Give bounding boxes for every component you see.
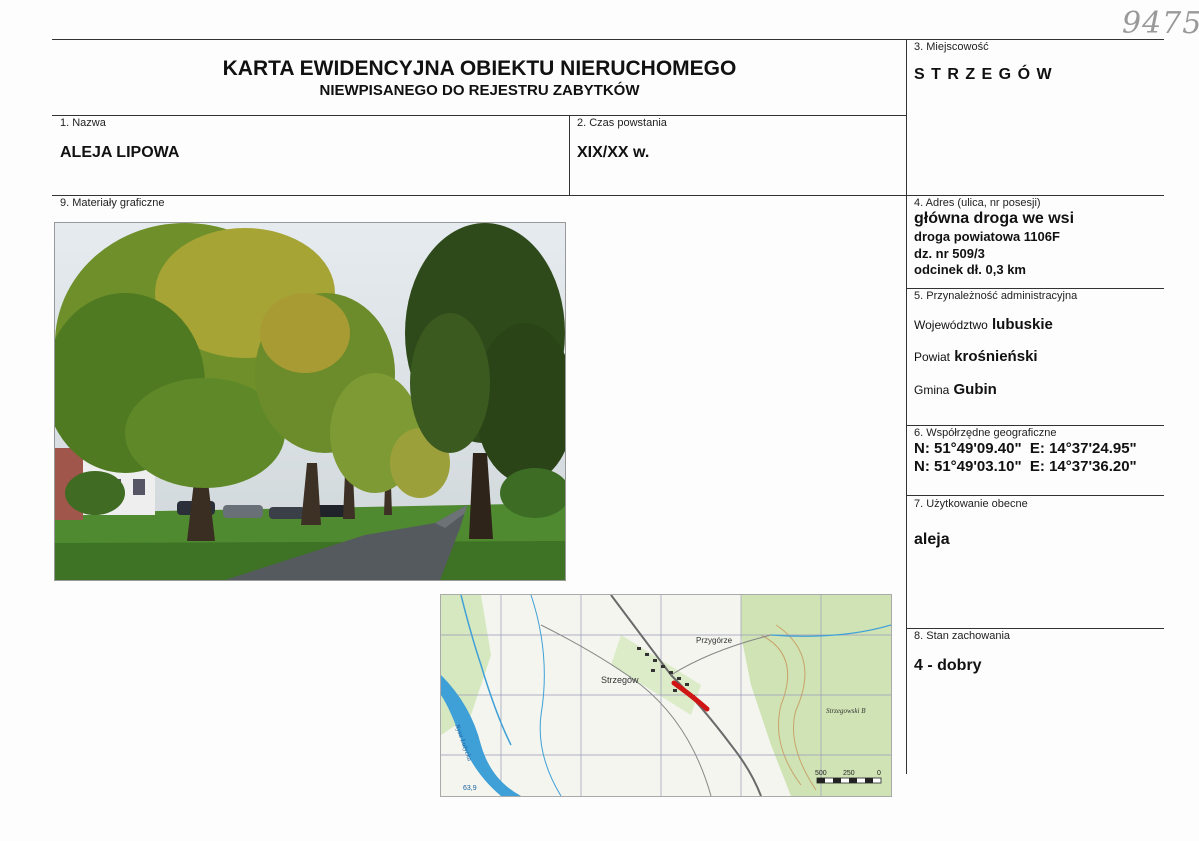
name-label: 1. Nazwa <box>60 117 106 129</box>
rule-top <box>52 39 1164 40</box>
rule-admin-bottom <box>906 425 1164 426</box>
commune-label: Gmina <box>914 383 950 397</box>
county-value: krośnieński <box>954 348 1038 365</box>
locality-label: 3. Miejscowość <box>914 41 989 53</box>
name-value: ALEJA LIPOWA <box>60 144 180 161</box>
page-subtitle: NIEWPISANEGO DO REJESTRU ZABYTKÓW <box>319 82 640 99</box>
period-value: XIX/XX w. <box>577 144 650 161</box>
rule-main-vertical <box>906 39 907 774</box>
map-label-forest: Strzegowski B <box>826 707 866 715</box>
period-label: 2. Czas powstania <box>577 117 667 129</box>
commune-value: Gubin <box>953 381 997 398</box>
county-label: Powiat <box>914 350 951 364</box>
admin-label: 5. Przynależność administracyjna <box>914 290 1078 302</box>
map-label-village: Strzegów <box>601 675 639 685</box>
admin-county: Powiat krośnieński <box>914 348 1038 365</box>
address-line-3: dz. nr 509/3 <box>914 246 985 261</box>
usage-label: 7. Użytkowanie obecne <box>914 498 1028 510</box>
admin-voivodeship: Województwo lubuskie <box>914 316 1053 333</box>
alley-photo <box>54 222 566 581</box>
rule-coords-bottom <box>906 495 1164 496</box>
admin-commune: Gmina Gubin <box>914 381 997 398</box>
rule-name-bottom <box>52 195 1164 196</box>
voivodeship-label: Województwo <box>914 318 988 332</box>
address-label: 4. Adres (ulica, nr posesji) <box>914 197 1041 209</box>
locality-value: S T R Z E G Ó W <box>914 66 1053 83</box>
voivodeship-value: lubuskie <box>991 316 1053 333</box>
usage-value: aleja <box>914 531 950 548</box>
page-title: KARTA EWIDENCYJNA OBIEKTU NIERUCHOMEGO <box>222 57 737 80</box>
map-scale-250: 250 <box>843 770 855 777</box>
rule-header-bottom <box>52 115 906 116</box>
map-scale-0: 0 <box>877 770 881 777</box>
address-line-1: główna droga we wsi <box>914 210 1075 227</box>
rule-usage-bottom <box>906 628 1164 629</box>
coords-line-2: N: 51°49'03.10" E: 14°37'36.20" <box>914 458 1137 475</box>
map-scale-500: 500 <box>815 770 827 777</box>
coords-label: 6. Współrzędne geograficzne <box>914 427 1057 439</box>
coords-line-1: N: 51°49'09.40" E: 14°37'24.95" <box>914 440 1137 457</box>
condition-value: 4 - dobry <box>914 657 982 674</box>
location-map: Strzegów Przygórze Strzegowski B 63,9 Ny… <box>440 594 892 797</box>
address-line-4: odcinek dł. 0,3 km <box>914 262 1026 277</box>
rule-name-period <box>569 115 570 195</box>
address-line-2: droga powiatowa 1106F <box>914 229 1060 244</box>
map-label-przygorze: Przygórze <box>696 636 733 645</box>
graphics-label: 9. Materiały graficzne <box>60 197 165 209</box>
condition-label: 8. Stan zachowania <box>914 630 1011 642</box>
handwritten-number: 9475 <box>1122 6 1199 41</box>
rule-address-bottom <box>906 288 1164 289</box>
map-label-spot-height: 63,9 <box>463 785 477 792</box>
